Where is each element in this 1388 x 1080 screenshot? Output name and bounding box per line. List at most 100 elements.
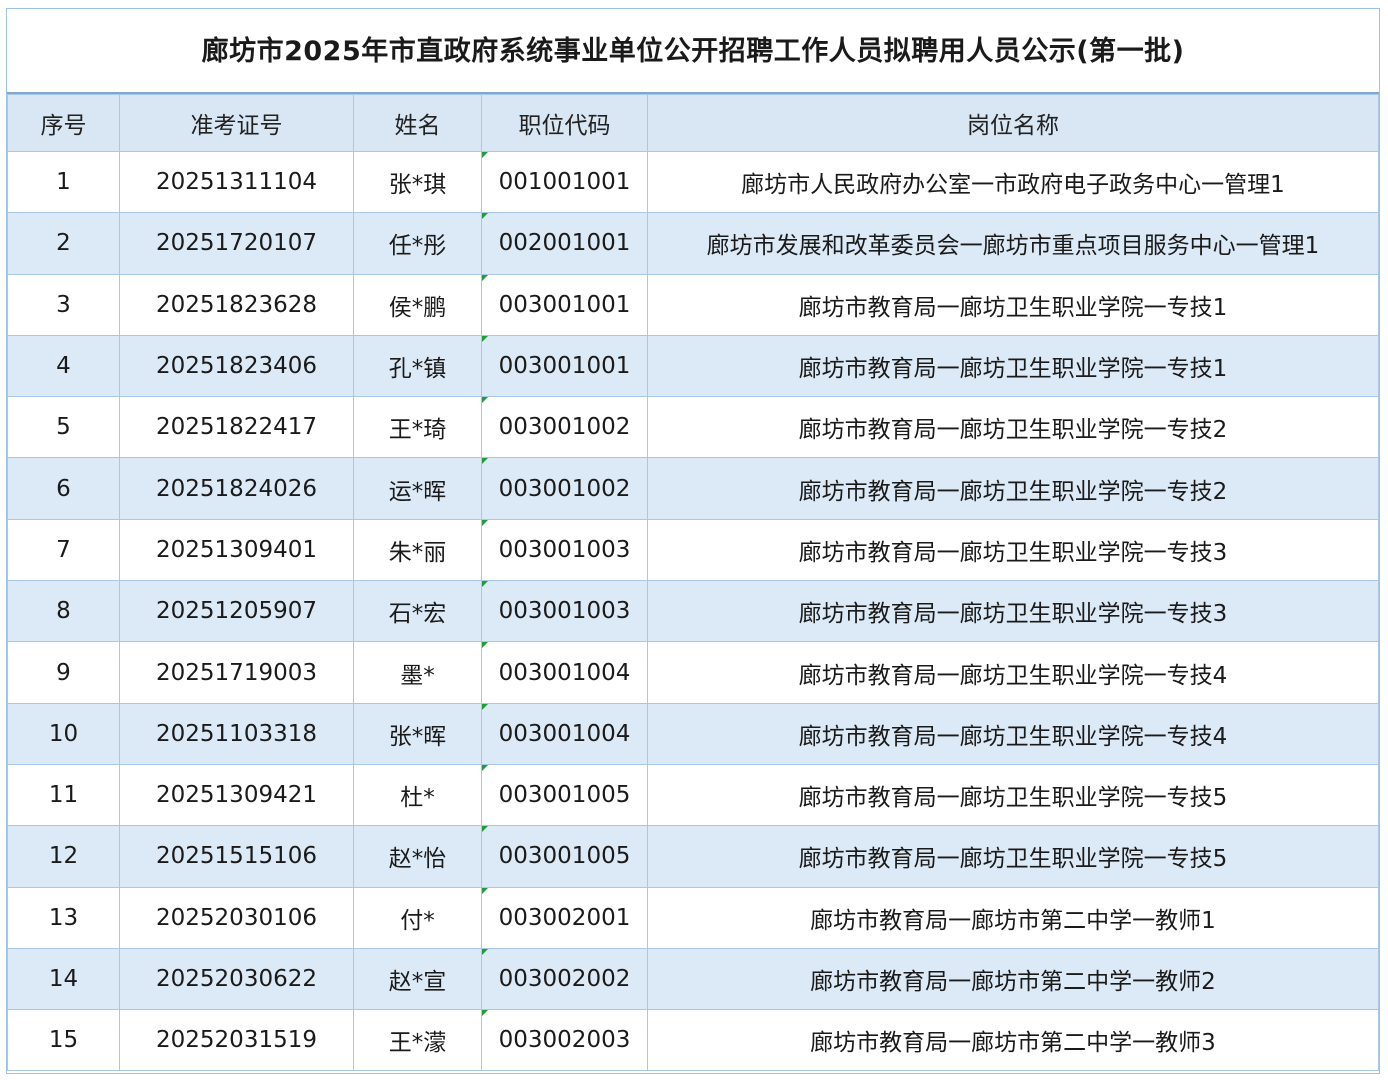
cell-code-text: 003001003 [498, 598, 631, 625]
cell-exam-id[interactable]: 20251515106 [119, 825, 354, 888]
cell-exam-id[interactable]: 20251205907 [119, 580, 354, 643]
cell-error-marker-icon [482, 704, 488, 710]
cell-name[interactable]: 王*琦 [353, 396, 482, 459]
header-seq[interactable]: 序号 [7, 94, 120, 152]
cell-name[interactable]: 杜* [353, 763, 482, 827]
cell-name[interactable]: 王*濛 [353, 1009, 482, 1072]
cell-exam-id[interactable]: 20252030106 [119, 886, 354, 949]
cell-name[interactable]: 张*晖 [353, 702, 482, 765]
cell-post[interactable]: 廊坊市人民政府办公室一市政府电子政务中心一管理1 [647, 150, 1379, 214]
header-name[interactable]: 姓名 [353, 94, 482, 152]
cell-exam-id[interactable]: 20251103318 [119, 702, 354, 765]
cell-name[interactable]: 孔*镇 [353, 334, 482, 398]
cell-name[interactable]: 运*晖 [353, 457, 482, 520]
cell-seq[interactable]: 9 [7, 641, 120, 704]
cell-error-marker-icon [482, 888, 488, 894]
cell-code-text: 003001005 [498, 782, 631, 809]
cell-seq[interactable]: 7 [7, 518, 120, 582]
cell-seq[interactable]: 5 [7, 396, 120, 459]
cell-seq[interactable]: 11 [7, 763, 120, 827]
cell-exam-id[interactable]: 20251309421 [119, 763, 354, 827]
cell-post[interactable]: 廊坊市教育局一廊坊卫生职业学院一专技3 [647, 518, 1379, 582]
cell-name[interactable]: 赵*宣 [353, 947, 482, 1011]
table-header-row: 序号 准考证号 姓名 职位代码 岗位名称 [7, 94, 1379, 152]
cell-name[interactable]: 侯*鹏 [353, 273, 482, 336]
cell-post[interactable]: 廊坊市教育局一廊坊卫生职业学院一专技1 [647, 334, 1379, 398]
table-row: 3 20251823628 侯*鹏 003001001 廊坊市教育局一廊坊卫生职业学院一… [7, 273, 1379, 336]
cell-code[interactable]: 003002001 [481, 886, 648, 949]
cell-post[interactable]: 廊坊市教育局一廊坊市第二中学一教师1 [647, 886, 1379, 949]
cell-code-text: 003001004 [498, 659, 631, 686]
cell-post[interactable]: 廊坊市教育局一廊坊卫生职业学院一专技2 [647, 457, 1379, 520]
cell-code[interactable]: 003001005 [481, 763, 648, 827]
spreadsheet: 廊坊市2025年市直政府系统事业单位公开招聘工作人员拟聘用人员公示(第一批) 序… [6, 8, 1380, 1074]
cell-name[interactable]: 付* [353, 886, 482, 949]
cell-code[interactable]: 003001004 [481, 702, 648, 765]
cell-error-marker-icon [482, 765, 488, 771]
cell-name[interactable]: 朱*丽 [353, 518, 482, 582]
cell-seq[interactable]: 14 [7, 947, 120, 1011]
table-row: 15 20252031519 王*濛 003002003 廊坊市教育局一廊坊市第二中学一… [7, 1009, 1379, 1072]
table-row: 12 20251515106 赵*怡 003001005 廊坊市教育局一廊坊卫生职业学院… [7, 825, 1379, 888]
table-row: 2 20251720107 任*彤 002001001 廊坊市发展和改革委员会一廊坊市重… [7, 212, 1379, 275]
cell-code[interactable]: 003001003 [481, 518, 648, 582]
cell-post[interactable]: 廊坊市教育局一廊坊卫生职业学院一专技1 [647, 273, 1379, 336]
table-row: 11 20251309421 杜* 003001005 廊坊市教育局一廊坊卫生职业学院一… [7, 763, 1379, 827]
cell-post[interactable]: 廊坊市教育局一廊坊卫生职业学院一专技2 [647, 396, 1379, 459]
cell-code[interactable]: 003001004 [481, 641, 648, 704]
cell-exam-id[interactable]: 20251309401 [119, 518, 354, 582]
cell-code-text: 003002003 [498, 1027, 631, 1054]
cell-code[interactable]: 003002003 [481, 1009, 648, 1072]
header-code[interactable]: 职位代码 [481, 94, 648, 152]
cell-exam-id[interactable]: 20252031519 [119, 1009, 354, 1072]
cell-seq[interactable]: 13 [7, 886, 120, 949]
cell-seq[interactable]: 8 [7, 580, 120, 643]
cell-name[interactable]: 墨* [353, 641, 482, 704]
cell-code[interactable]: 002001001 [481, 212, 648, 275]
header-post[interactable]: 岗位名称 [647, 94, 1379, 152]
cell-post[interactable]: 廊坊市教育局一廊坊卫生职业学院一专技4 [647, 641, 1379, 704]
cell-code[interactable]: 003001002 [481, 396, 648, 459]
cell-exam-id[interactable]: 20251822417 [119, 396, 354, 459]
cell-name[interactable]: 赵*怡 [353, 825, 482, 888]
cell-exam-id[interactable]: 20252030622 [119, 947, 354, 1011]
cell-post[interactable]: 廊坊市教育局一廊坊卫生职业学院一专技4 [647, 702, 1379, 765]
cell-seq[interactable]: 1 [7, 150, 120, 214]
cell-post[interactable]: 廊坊市教育局一廊坊市第二中学一教师3 [647, 1009, 1379, 1072]
table-row: 10 20251103318 张*晖 003001004 廊坊市教育局一廊坊卫生职业学院… [7, 702, 1379, 765]
cell-post[interactable]: 廊坊市教育局一廊坊卫生职业学院一专技5 [647, 763, 1379, 827]
cell-exam-id[interactable]: 20251719003 [119, 641, 354, 704]
header-exam-id[interactable]: 准考证号 [119, 94, 354, 152]
cell-name[interactable]: 任*彤 [353, 212, 482, 275]
cell-seq[interactable]: 2 [7, 212, 120, 275]
cell-code[interactable]: 003001005 [481, 825, 648, 888]
cell-error-marker-icon [482, 581, 488, 588]
cell-post[interactable]: 廊坊市教育局一廊坊卫生职业学院一专技5 [647, 825, 1379, 888]
cell-seq[interactable]: 10 [7, 702, 120, 765]
cell-code[interactable]: 003002002 [481, 947, 648, 1011]
cell-exam-id[interactable]: 20251720107 [119, 212, 354, 275]
cell-seq[interactable]: 4 [7, 334, 120, 398]
cell-code[interactable]: 003001003 [481, 580, 648, 643]
cell-name[interactable]: 石*宏 [353, 580, 482, 643]
cell-name[interactable]: 张*琪 [353, 150, 482, 214]
cell-code[interactable]: 003001001 [481, 334, 648, 398]
cell-seq[interactable]: 6 [7, 457, 120, 520]
cell-code[interactable]: 003001002 [481, 457, 648, 520]
cell-post[interactable]: 廊坊市发展和改革委员会一廊坊市重点项目服务中心一管理1 [647, 212, 1379, 275]
cell-seq[interactable]: 15 [7, 1009, 120, 1072]
cell-post[interactable]: 廊坊市教育局一廊坊市第二中学一教师2 [647, 947, 1379, 1011]
cell-exam-id[interactable]: 20251311104 [119, 150, 354, 214]
cell-post[interactable]: 廊坊市教育局一廊坊卫生职业学院一专技3 [647, 580, 1379, 643]
cell-seq[interactable]: 3 [7, 273, 120, 336]
cell-exam-id[interactable]: 20251823628 [119, 273, 354, 336]
cell-code-text: 003001001 [498, 353, 631, 380]
cell-seq[interactable]: 12 [7, 825, 120, 888]
cell-code-text: 003001002 [498, 414, 631, 441]
cell-code[interactable]: 003001001 [481, 273, 648, 336]
cell-exam-id[interactable]: 20251823406 [119, 334, 354, 398]
cell-code[interactable]: 001001001 [481, 150, 648, 214]
table-row: 1 20251311104 张*琪 001001001 廊坊市人民政府办公室一市政府电子… [7, 150, 1379, 214]
cell-error-marker-icon [482, 336, 488, 342]
cell-exam-id[interactable]: 20251824026 [119, 457, 354, 520]
